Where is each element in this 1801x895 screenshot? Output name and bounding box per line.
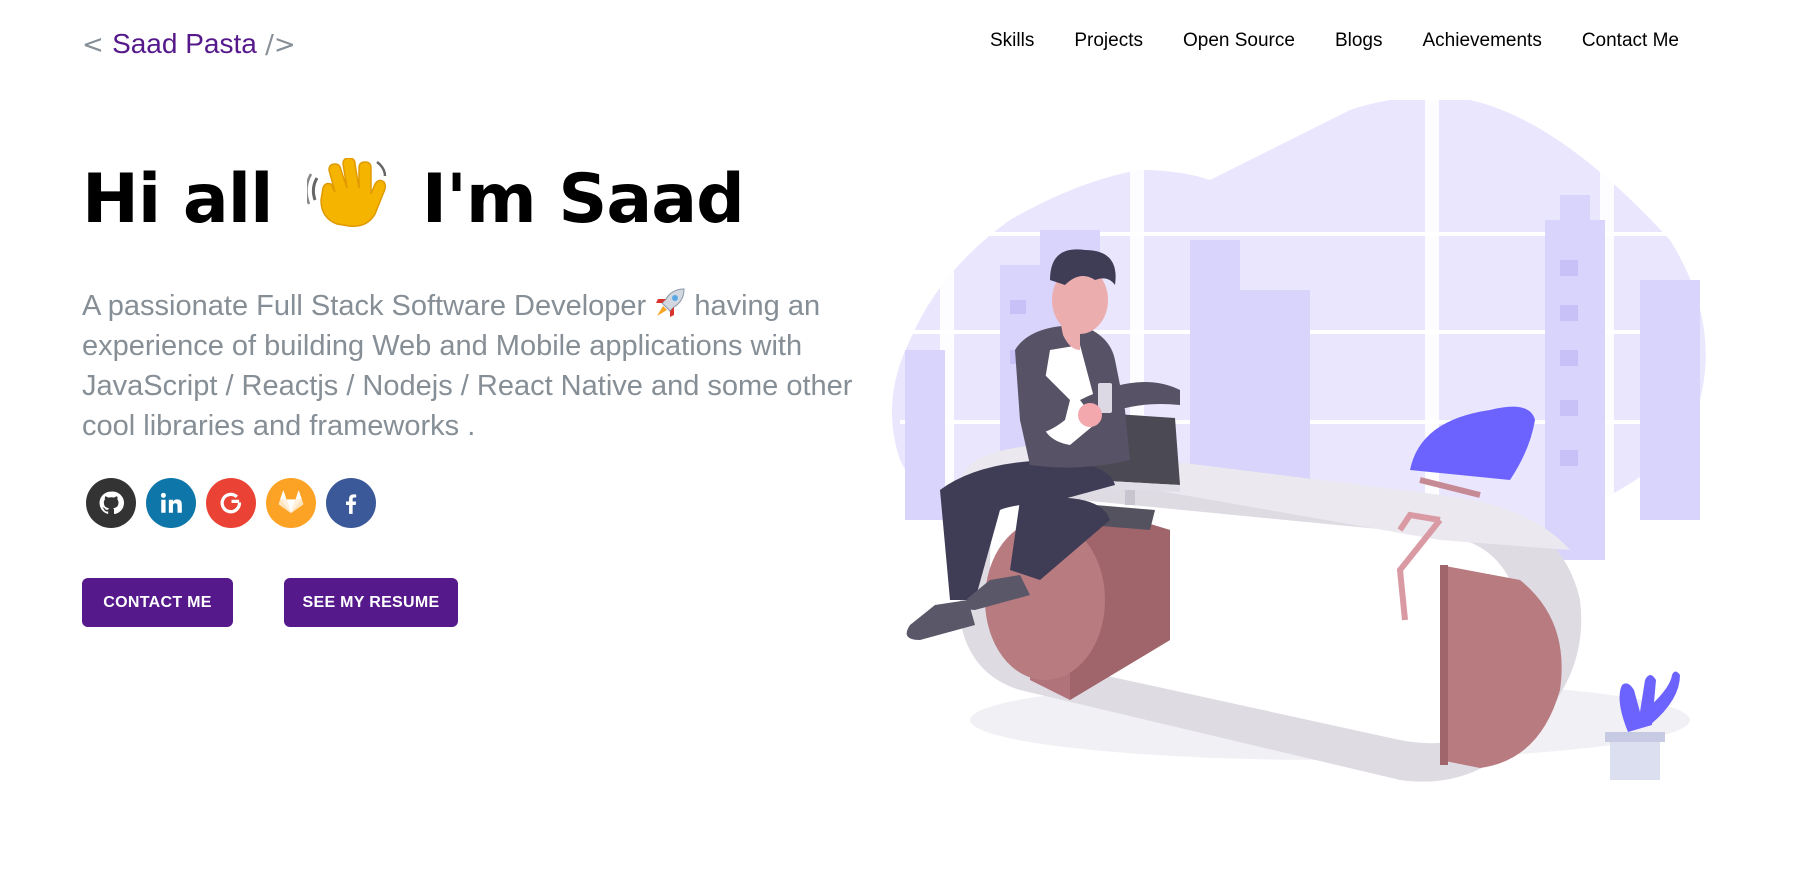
google-link[interactable] — [206, 478, 256, 528]
greeting-text-start: Hi all — [82, 160, 273, 239]
logo-name: Saad Pasta — [112, 28, 257, 59]
gitlab-icon — [278, 490, 304, 514]
nav-blogs[interactable]: Blogs — [1315, 28, 1403, 54]
logo-close-bracket: /> — [265, 30, 296, 60]
google-icon — [220, 492, 242, 514]
github-icon — [99, 491, 124, 515]
hero-subtitle: A passionate Full Stack Software Develop… — [82, 286, 882, 446]
site-logo[interactable]: < Saad Pasta /> — [82, 28, 296, 60]
facebook-icon — [346, 494, 357, 514]
greeting-text-end: I'm Saad — [421, 160, 745, 239]
nav-open-source[interactable]: Open Source — [1163, 28, 1315, 54]
linkedin-link[interactable] — [146, 478, 196, 528]
contact-me-button[interactable]: CONTACT ME — [82, 578, 233, 627]
facebook-link[interactable] — [326, 478, 376, 528]
main-nav: Skills Projects Open Source Blogs Achiev… — [970, 28, 1699, 54]
linkedin-icon — [160, 492, 182, 513]
see-resume-button[interactable]: SEE MY RESUME — [284, 578, 458, 627]
github-link[interactable] — [86, 478, 136, 528]
subtitle-text-start: A passionate Full Stack Software Develop… — [82, 290, 647, 322]
nav-projects[interactable]: Projects — [1054, 28, 1163, 54]
nav-skills[interactable]: Skills — [970, 28, 1054, 54]
waving-hand-icon — [307, 158, 387, 227]
developer-desk-illustration — [892, 100, 1706, 782]
rocket-icon — [656, 288, 685, 317]
gitlab-link[interactable] — [266, 478, 316, 528]
nav-contact-me[interactable]: Contact Me — [1562, 28, 1699, 54]
logo-open-bracket: < — [82, 30, 104, 60]
greeting-heading: Hi all I'm Saad — [82, 158, 745, 241]
nav-achievements[interactable]: Achievements — [1402, 28, 1561, 54]
social-links — [86, 478, 376, 528]
